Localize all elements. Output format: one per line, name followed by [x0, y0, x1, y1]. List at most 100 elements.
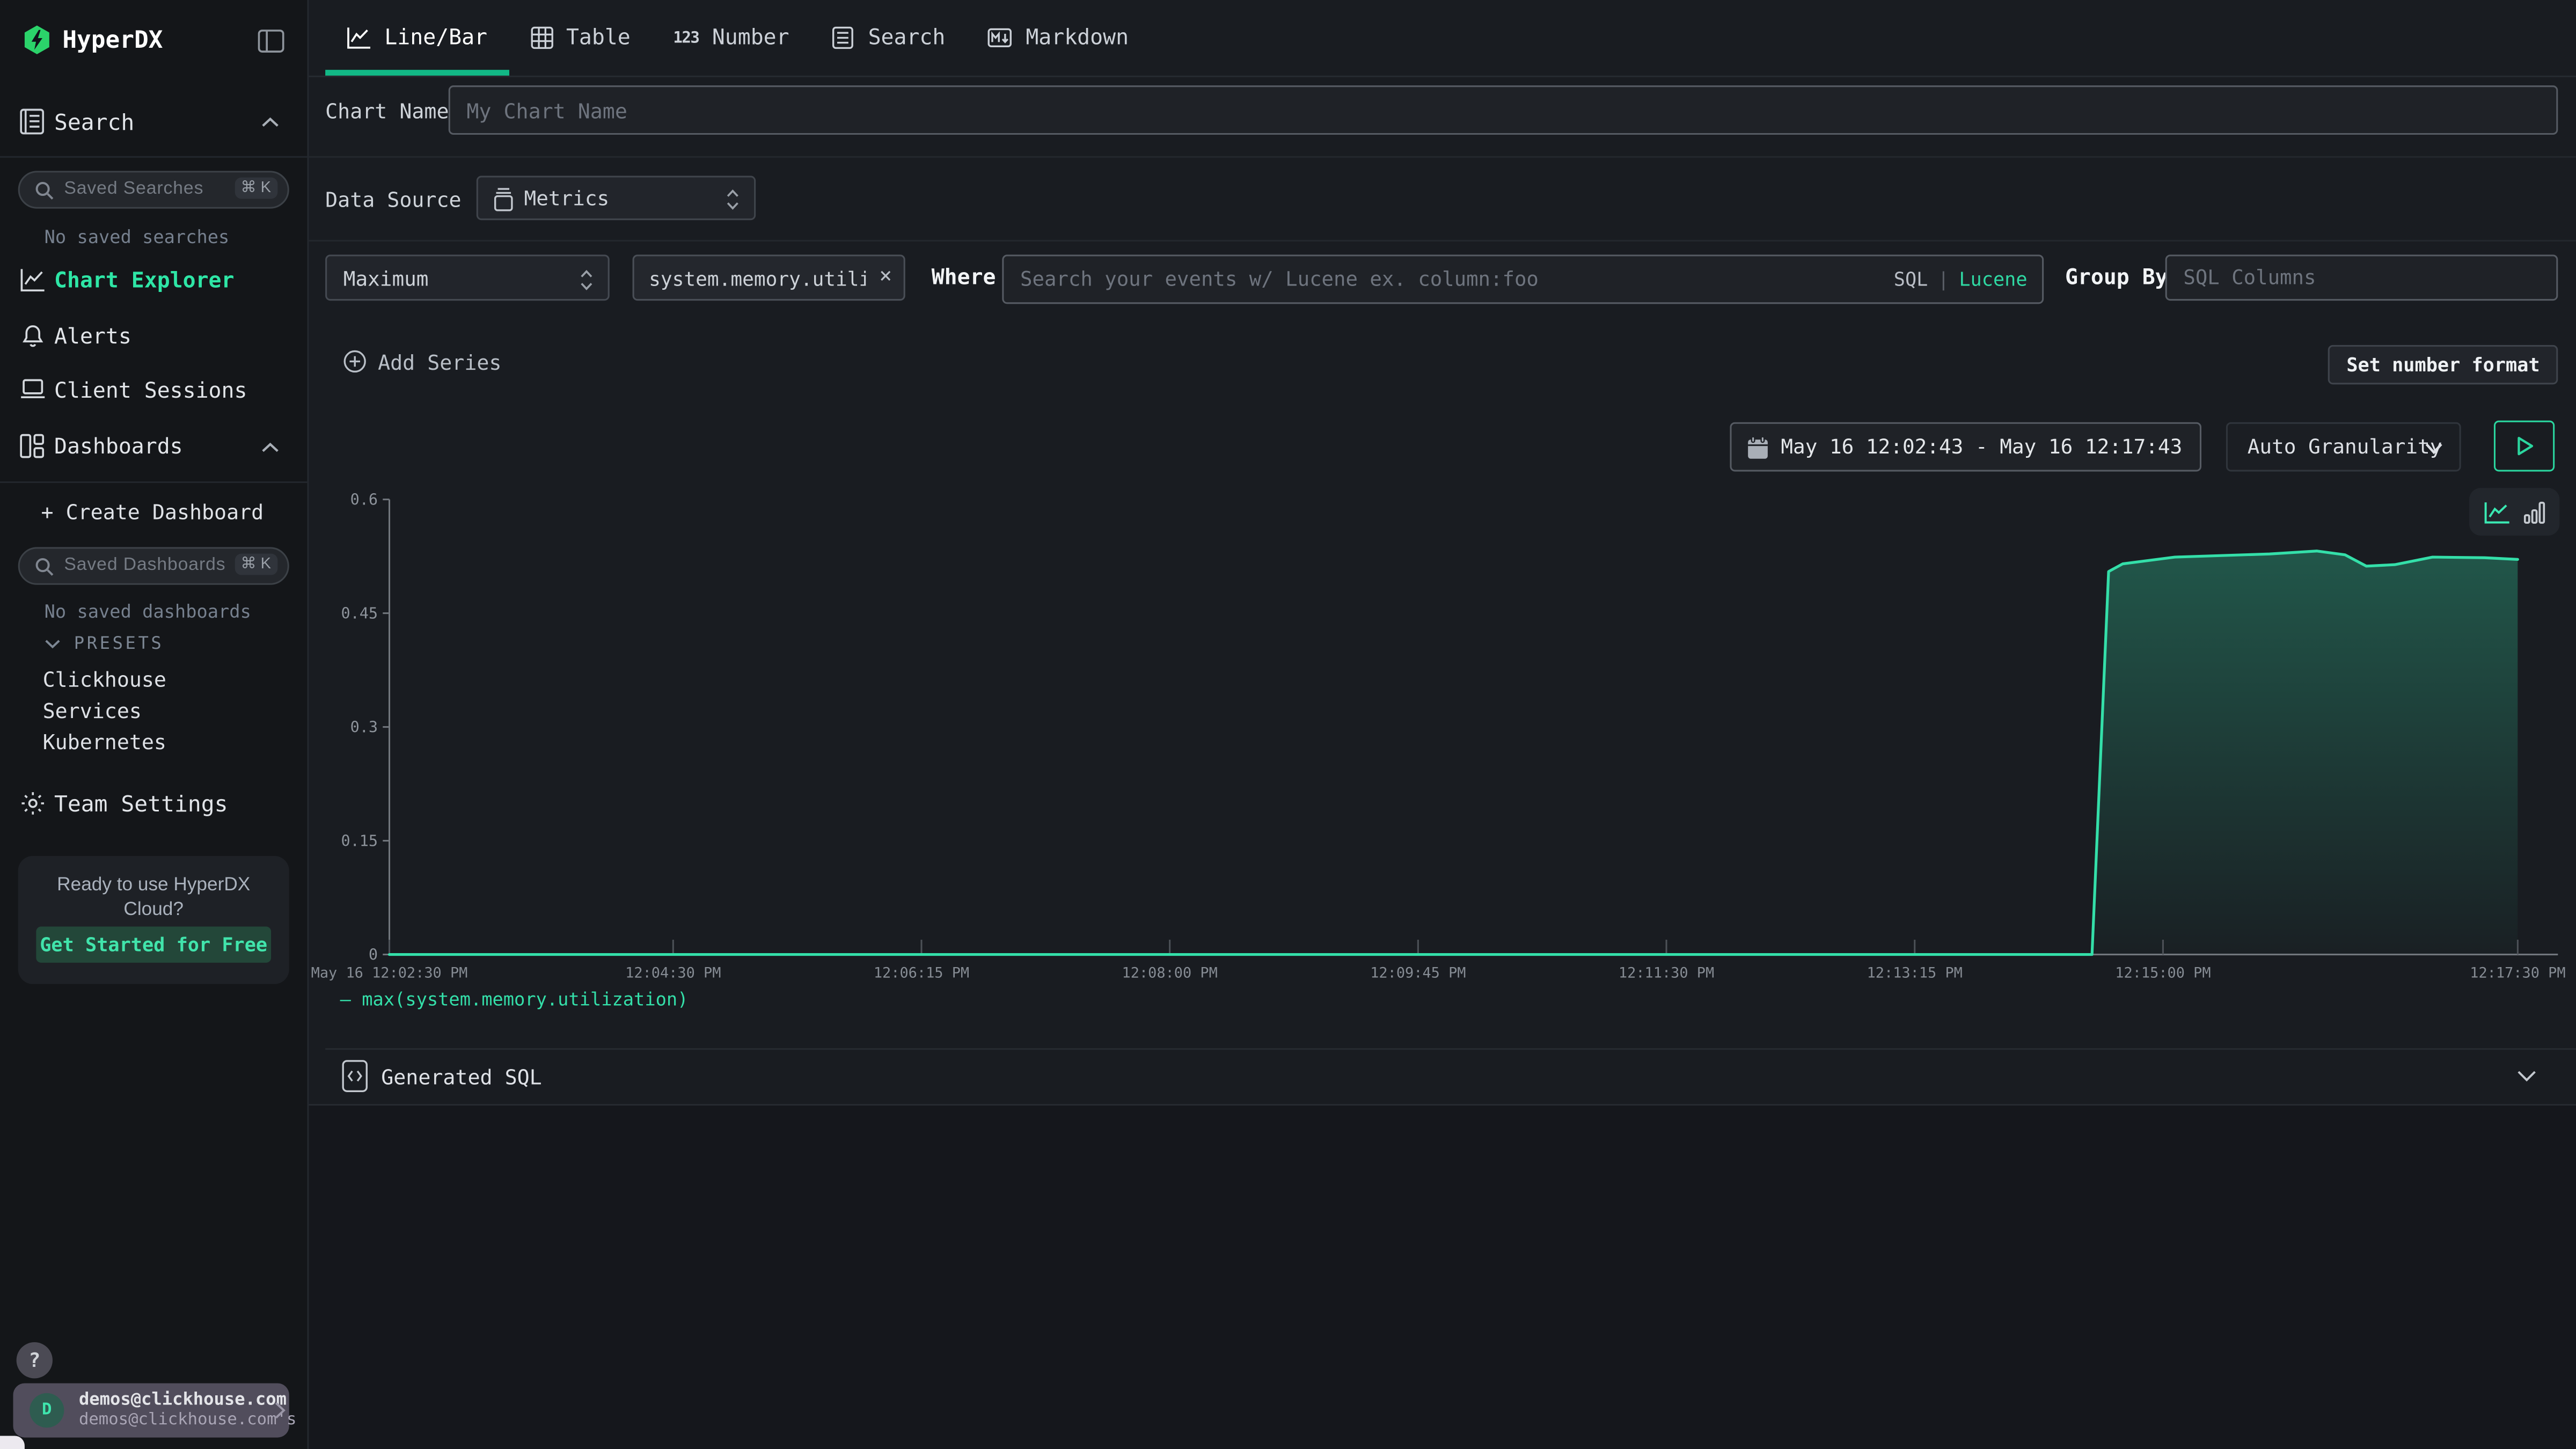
tab-label: Markdown: [1026, 25, 1129, 50]
line-chart-icon: [20, 268, 46, 292]
laptop-icon: [20, 378, 46, 401]
sidebar-item-client-sessions[interactable]: Client Sessions: [0, 373, 309, 412]
date-range-value: May 16 12:02:43 - May 16 12:17:43: [1781, 435, 2182, 458]
tab-number[interactable]: 123 Number: [652, 0, 811, 76]
dashboards-icon: [20, 434, 45, 458]
sidebar-collapse-icon[interactable]: [258, 30, 284, 53]
chevron-up-icon: [261, 116, 280, 128]
add-series-label: Add Series: [378, 349, 501, 374]
tab-markdown[interactable]: Markdown: [967, 0, 1150, 76]
divider: [0, 156, 307, 158]
divider: [0, 481, 307, 483]
sidebar-item-alerts[interactable]: Alerts: [0, 319, 309, 358]
search-icon: [34, 181, 54, 201]
promo-text-line2: Cloud?: [18, 901, 289, 920]
svg-text:0.15: 0.15: [341, 832, 378, 850]
tab-search[interactable]: Search: [810, 0, 967, 76]
run-query-button[interactable]: [2494, 421, 2555, 472]
preset-clickhouse[interactable]: Clickhouse: [43, 667, 166, 692]
svg-text:0.45: 0.45: [341, 604, 378, 622]
granularity-value: Auto Granularity: [2248, 435, 2442, 458]
svg-text:12:13:15 PM: 12:13:15 PM: [1867, 964, 1963, 981]
chevron-down-icon: [45, 639, 61, 649]
tab-label: Table: [566, 25, 631, 50]
tab-table[interactable]: Table: [509, 0, 652, 76]
preset-services[interactable]: Services: [43, 698, 142, 723]
set-number-format-button[interactable]: Set number format: [2329, 345, 2558, 384]
saved-searches-input[interactable]: Saved Searches ⌘ K: [18, 171, 289, 208]
logo[interactable]: HyperDX: [23, 25, 163, 56]
granularity-select[interactable]: Auto Granularity: [2226, 422, 2461, 472]
chart-legend: — max(system.memory.utilization): [340, 989, 689, 1011]
metric-field-tag[interactable]: system.memory.utiliza ×: [633, 254, 905, 301]
svg-text:0: 0: [369, 946, 378, 963]
legend-swatch: —: [340, 989, 351, 1011]
chart-name-label: Chart Name: [325, 99, 449, 123]
generated-sql-row[interactable]: Generated SQL: [309, 1048, 2576, 1106]
search-section-icon: [20, 108, 45, 135]
user-menu[interactable]: D demos@clickhouse.com demos@clickhouse.…: [13, 1384, 289, 1438]
chart-canvas[interactable]: 00.150.30.450.6May 16 12:02:30 PM12:04:3…: [309, 477, 2576, 1006]
svg-text:12:06:15 PM: 12:06:15 PM: [874, 964, 969, 981]
sidebar-item-chart-explorer[interactable]: Chart Explorer: [0, 263, 309, 302]
sidebar-item-label: Client Sessions: [54, 379, 247, 404]
main-content: Line/Bar Table 123 Number: [309, 0, 2576, 1449]
sidebar-item-dashboards[interactable]: Dashboards: [0, 429, 309, 468]
gear-icon: [20, 790, 46, 816]
svg-text:12:11:30 PM: 12:11:30 PM: [1619, 964, 1714, 981]
metric-name: system.memory.utiliza: [649, 268, 866, 291]
lucene-mode-option[interactable]: Lucene: [1959, 268, 2027, 291]
where-search-input[interactable]: [1004, 257, 2042, 303]
chevron-up-icon: [261, 442, 280, 453]
play-icon: [2514, 435, 2534, 457]
svg-text:12:08:00 PM: 12:08:00 PM: [1122, 964, 1218, 981]
plus-circle-icon: [343, 350, 367, 373]
saved-dashboards-input[interactable]: Saved Dashboards ⌘ K: [18, 547, 289, 584]
table-icon: [530, 26, 553, 49]
presets-label: PRESETS: [74, 634, 164, 654]
data-source-value: Metrics: [524, 187, 610, 210]
divider: [309, 240, 2576, 241]
where-input-wrap: SQL | Lucene: [1002, 254, 2044, 304]
user-email: demos@clickhouse.com: [79, 1390, 287, 1410]
sidebar: HyperDX Search S: [0, 0, 309, 1449]
aggregation-select[interactable]: Maximum: [325, 254, 610, 301]
chevron-down-icon: [2425, 442, 2443, 455]
chevron-right-icon: [274, 1401, 286, 1419]
help-button[interactable]: ?: [17, 1342, 53, 1378]
line-chart-icon: [347, 26, 371, 49]
preset-kubernetes[interactable]: Kubernetes: [43, 729, 166, 754]
no-saved-dashboards-text: No saved dashboards: [45, 601, 251, 623]
calendar-icon: [1746, 435, 1769, 460]
svg-text:12:17:30 PM: 12:17:30 PM: [2470, 964, 2565, 981]
hyperdx-logo-icon: [23, 25, 51, 56]
chevron-down-icon: [2517, 1070, 2537, 1082]
presets-toggle[interactable]: PRESETS: [45, 634, 164, 654]
select-chevrons-icon: [726, 189, 739, 210]
get-started-button[interactable]: Get Started for Free: [36, 927, 271, 963]
code-icon: [342, 1059, 368, 1092]
sidebar-item-team-settings[interactable]: Team Settings: [0, 785, 309, 824]
sidebar-item-search[interactable]: Search: [0, 104, 309, 143]
sidebar-item-label: Team Settings: [54, 792, 228, 818]
empty-canvas-area: [309, 1106, 2576, 1449]
chart-name-input[interactable]: [449, 85, 2558, 135]
svg-text:12:09:45 PM: 12:09:45 PM: [1370, 964, 1466, 981]
data-source-label: Data Source: [325, 187, 461, 212]
query-language-toggle[interactable]: SQL | Lucene: [1894, 268, 2028, 291]
close-icon[interactable]: ×: [879, 265, 892, 289]
sql-mode-option[interactable]: SQL: [1894, 268, 1928, 291]
bell-icon: [20, 324, 46, 350]
mode-divider: |: [1938, 268, 1949, 291]
tab-line-bar[interactable]: Line/Bar: [325, 0, 509, 76]
select-chevrons-icon: [580, 269, 593, 291]
tab-label: Search: [868, 25, 946, 50]
create-dashboard-button[interactable]: + Create Dashboard: [41, 500, 264, 524]
promo-text-line1: Ready to use HyperDX: [18, 876, 289, 896]
data-source-select[interactable]: Metrics: [477, 176, 756, 221]
add-series-button[interactable]: Add Series: [343, 347, 502, 376]
sidebar-item-label: Alerts: [54, 325, 131, 350]
user-team: demos@clickhouse.com's: [79, 1411, 296, 1430]
group-by-input[interactable]: [2165, 254, 2558, 301]
date-range-picker[interactable]: May 16 12:02:43 - May 16 12:17:43: [1730, 422, 2201, 472]
